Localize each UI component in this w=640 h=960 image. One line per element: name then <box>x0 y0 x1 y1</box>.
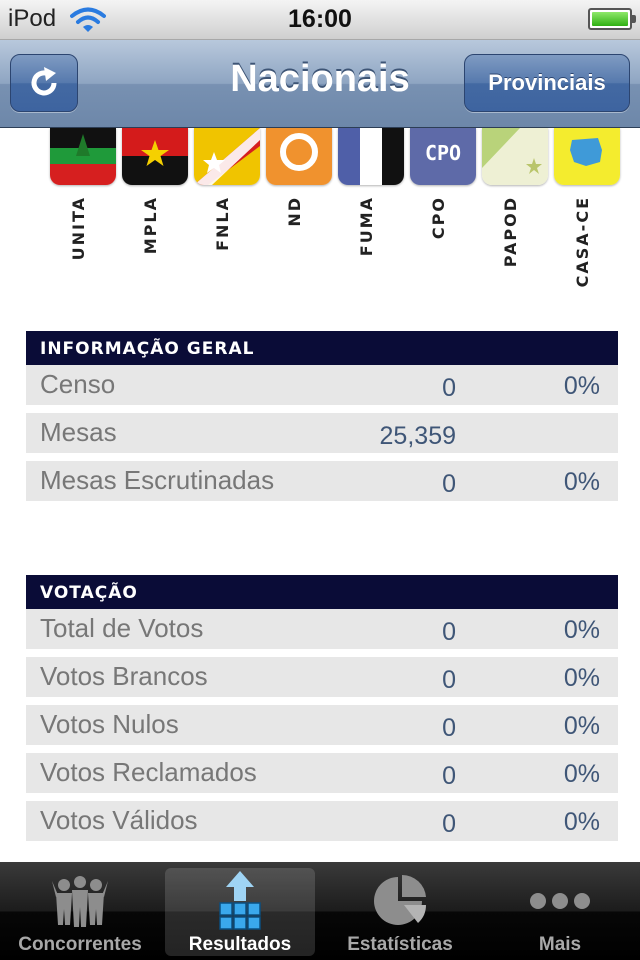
party-label: PAPOD <box>501 196 520 268</box>
cpo-flag-icon: CPO <box>410 128 476 185</box>
carrier-label: iPod <box>8 5 57 32</box>
party-cpo[interactable]: CPO CPO <box>410 128 476 288</box>
party-list: UNITA MPLA FNLA ND FUMA CPO CPO PAPOD CA… <box>0 128 640 288</box>
casa-ce-flag-icon <box>554 128 620 185</box>
more-icon <box>485 872 635 930</box>
party-unita[interactable]: UNITA <box>50 128 116 288</box>
party-label: CPO <box>429 196 448 240</box>
row-label: Votos Válidos <box>40 805 198 835</box>
row-value: 0 <box>442 618 456 646</box>
row-label: Total de Votos <box>40 613 204 643</box>
row-value: 0 <box>442 714 456 742</box>
total-votos-row: Total de Votos 0 0% <box>26 609 618 649</box>
row-percent: 0% <box>563 664 600 692</box>
votos-brancos-row: Votos Brancos 0 0% <box>26 657 618 697</box>
tab-label: Resultados <box>188 934 292 955</box>
party-label: CASA-CE <box>573 196 592 288</box>
row-label: Votos Reclamados <box>40 757 257 787</box>
section-header: VOTAÇÃO <box>26 575 618 609</box>
party-label: FNLA <box>213 196 232 251</box>
row-percent: 0% <box>563 760 600 788</box>
row-percent: 0% <box>563 372 600 400</box>
votos-validos-row: Votos Válidos 0 0% <box>26 801 618 841</box>
row-label: Votos Nulos <box>40 709 179 739</box>
provinciais-button[interactable]: Provinciais <box>464 54 630 112</box>
row-value: 0 <box>442 374 456 402</box>
refresh-icon <box>31 67 57 96</box>
tab-resultados[interactable]: Resultados <box>165 868 315 956</box>
party-label: FUMA <box>357 196 376 257</box>
battery-icon <box>588 8 636 30</box>
party-label: UNITA <box>69 196 88 261</box>
unita-flag-icon <box>50 128 116 185</box>
tab-mais[interactable]: Mais <box>485 868 635 956</box>
bar-chart-icon <box>165 871 315 930</box>
censo-row: Censo 0 0% <box>26 365 618 405</box>
party-fnla[interactable]: FNLA <box>194 128 260 288</box>
cpo-flag-text: CPO <box>425 141 461 165</box>
fuma-flag-icon <box>338 128 404 185</box>
row-percent: 0% <box>563 616 600 644</box>
votacao-section: VOTAÇÃO Total de Votos 0 0% Votos Branco… <box>26 575 618 841</box>
row-label: Mesas Escrutinadas <box>40 465 275 495</box>
tab-label: Estatísticas <box>347 934 453 955</box>
party-label: ND <box>285 196 304 227</box>
row-percent: 0% <box>563 712 600 740</box>
tab-bar: Concorrentes Resultados Estatísticas Mai… <box>0 862 640 960</box>
tab-label: Concorrentes <box>18 934 142 955</box>
row-value: 0 <box>442 810 456 838</box>
section-header: INFORMAÇÃO GERAL <box>26 331 618 365</box>
row-value: 0 <box>442 666 456 694</box>
party-fuma[interactable]: FUMA <box>338 128 404 288</box>
people-icon <box>5 872 155 930</box>
mpla-flag-icon <box>122 128 188 185</box>
row-percent: 0% <box>563 468 600 496</box>
party-label: MPLA <box>141 196 160 255</box>
row-value: 25,359 <box>379 422 456 450</box>
tab-estatisticas[interactable]: Estatísticas <box>325 868 475 956</box>
party-papod[interactable]: PAPOD <box>482 128 548 288</box>
row-label: Votos Brancos <box>40 661 208 691</box>
row-label: Mesas <box>40 417 117 447</box>
fnla-flag-icon <box>194 128 260 185</box>
mesas-escrutinadas-row: Mesas Escrutinadas 0 0% <box>26 461 618 501</box>
votos-reclamados-row: Votos Reclamados 0 0% <box>26 753 618 793</box>
pie-chart-icon <box>325 872 475 930</box>
row-value: 0 <box>442 470 456 498</box>
nd-flag-icon <box>266 128 332 185</box>
mesas-row: Mesas 25,359 <box>26 413 618 453</box>
refresh-button[interactable] <box>10 54 78 112</box>
navigation-bar: Nacionais Provinciais <box>0 40 640 128</box>
tab-label: Mais <box>538 934 582 955</box>
votos-nulos-row: Votos Nulos 0 0% <box>26 705 618 745</box>
row-percent: 0% <box>563 808 600 836</box>
info-geral-section: INFORMAÇÃO GERAL Censo 0 0% Mesas 25,359… <box>26 331 618 501</box>
wifi-icon <box>70 7 106 33</box>
party-nd[interactable]: ND <box>266 128 332 288</box>
party-mpla[interactable]: MPLA <box>122 128 188 288</box>
row-value: 0 <box>442 762 456 790</box>
papod-flag-icon <box>482 128 548 185</box>
status-bar: iPod 16:00 <box>0 0 640 40</box>
party-casa-ce[interactable]: CASA-CE <box>554 128 620 288</box>
tab-concorrentes[interactable]: Concorrentes <box>5 868 155 956</box>
row-label: Censo <box>40 369 116 399</box>
